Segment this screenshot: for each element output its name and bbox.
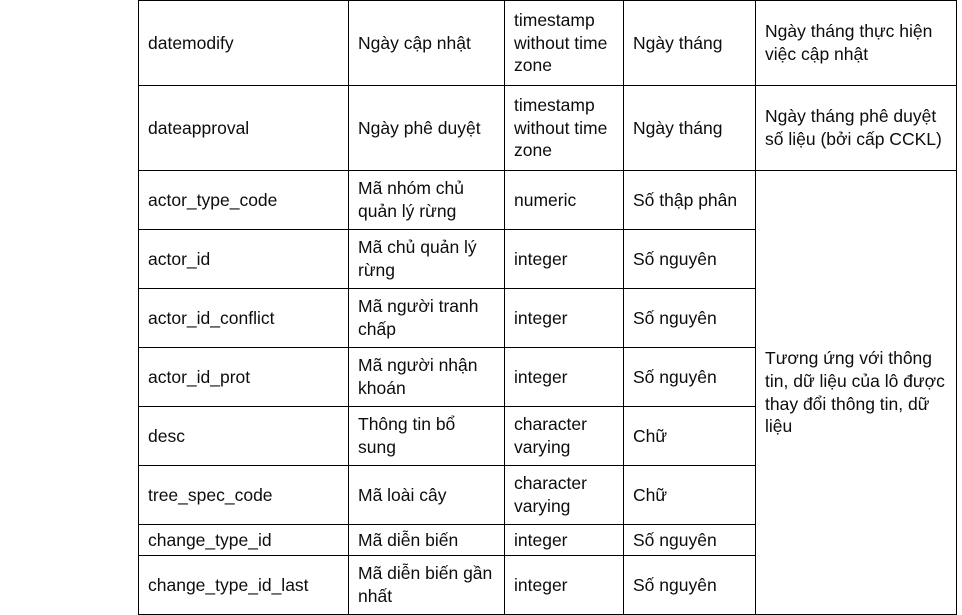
field-vi-type-cell: Số nguyên (623, 555, 756, 615)
field-type-cell: integer (504, 229, 624, 289)
field-vi-name-cell: Mã người nhận khoán (348, 347, 505, 407)
field-name-cell: actor_id_prot (138, 347, 349, 407)
field-vi-type-cell: Số thập phân (623, 170, 756, 230)
field-name-cell: datemodify (138, 0, 349, 86)
field-type-cell: numeric (504, 170, 624, 230)
field-note-cell: Ngày tháng phê duyệt số liệu (bởi cấp CC… (755, 85, 957, 171)
field-type-cell: integer (504, 555, 624, 615)
table-row: dateapproval Ngày phê duyệt timestamp wi… (138, 85, 957, 171)
field-note-merged-cell: Tương ứng với thông tin, dữ liệu của lô … (755, 170, 957, 615)
field-type-cell: character varying (504, 465, 624, 525)
field-vi-type-cell: Ngày tháng (623, 0, 756, 86)
field-vi-name-cell: Ngày phê duyệt (348, 85, 505, 171)
field-vi-name-cell: Mã nhóm chủ quản lý rừng (348, 170, 505, 230)
field-name-cell: actor_id_conflict (138, 288, 349, 348)
field-vi-type-cell: Số nguyên (623, 229, 756, 289)
field-name-cell: dateapproval (138, 85, 349, 171)
field-vi-type-cell: Số nguyên (623, 288, 756, 348)
page-root: datemodify Ngày cập nhật timestamp witho… (0, 0, 962, 615)
field-vi-type-cell: Số nguyên (623, 524, 756, 556)
field-vi-name-cell: Mã diễn biến (348, 524, 505, 556)
field-name-cell: tree_spec_code (138, 465, 349, 525)
field-type-cell: timestamp without time zone (504, 85, 624, 171)
field-name-cell: desc (138, 406, 349, 466)
field-type-cell: character varying (504, 406, 624, 466)
field-type-cell: integer (504, 524, 624, 556)
field-vi-type-cell: Ngày tháng (623, 85, 756, 171)
field-type-cell: integer (504, 347, 624, 407)
field-name-cell: change_type_id_last (138, 555, 349, 615)
schema-table: datemodify Ngày cập nhật timestamp witho… (138, 0, 957, 615)
field-note-cell: Ngày tháng thực hiện việc cập nhật (755, 0, 957, 86)
field-type-cell: timestamp without time zone (504, 0, 624, 86)
field-name-cell: actor_id (138, 229, 349, 289)
field-vi-name-cell: Thông tin bổ sung (348, 406, 505, 466)
table-row: datemodify Ngày cập nhật timestamp witho… (138, 0, 957, 86)
schema-table-body: datemodify Ngày cập nhật timestamp witho… (138, 0, 957, 615)
field-vi-type-cell: Số nguyên (623, 347, 756, 407)
field-type-cell: integer (504, 288, 624, 348)
field-vi-type-cell: Chữ (623, 406, 756, 466)
field-vi-type-cell: Chữ (623, 465, 756, 525)
field-name-cell: change_type_id (138, 524, 349, 556)
field-name-cell: actor_type_code (138, 170, 349, 230)
field-vi-name-cell: Mã người tranh chấp (348, 288, 505, 348)
field-vi-name-cell: Mã chủ quản lý rừng (348, 229, 505, 289)
field-vi-name-cell: Mã diễn biến gần nhất (348, 555, 505, 615)
field-vi-name-cell: Ngày cập nhật (348, 0, 505, 86)
table-row: actor_type_code Mã nhóm chủ quản lý rừng… (138, 170, 957, 615)
field-vi-name-cell: Mã loài cây (348, 465, 505, 525)
